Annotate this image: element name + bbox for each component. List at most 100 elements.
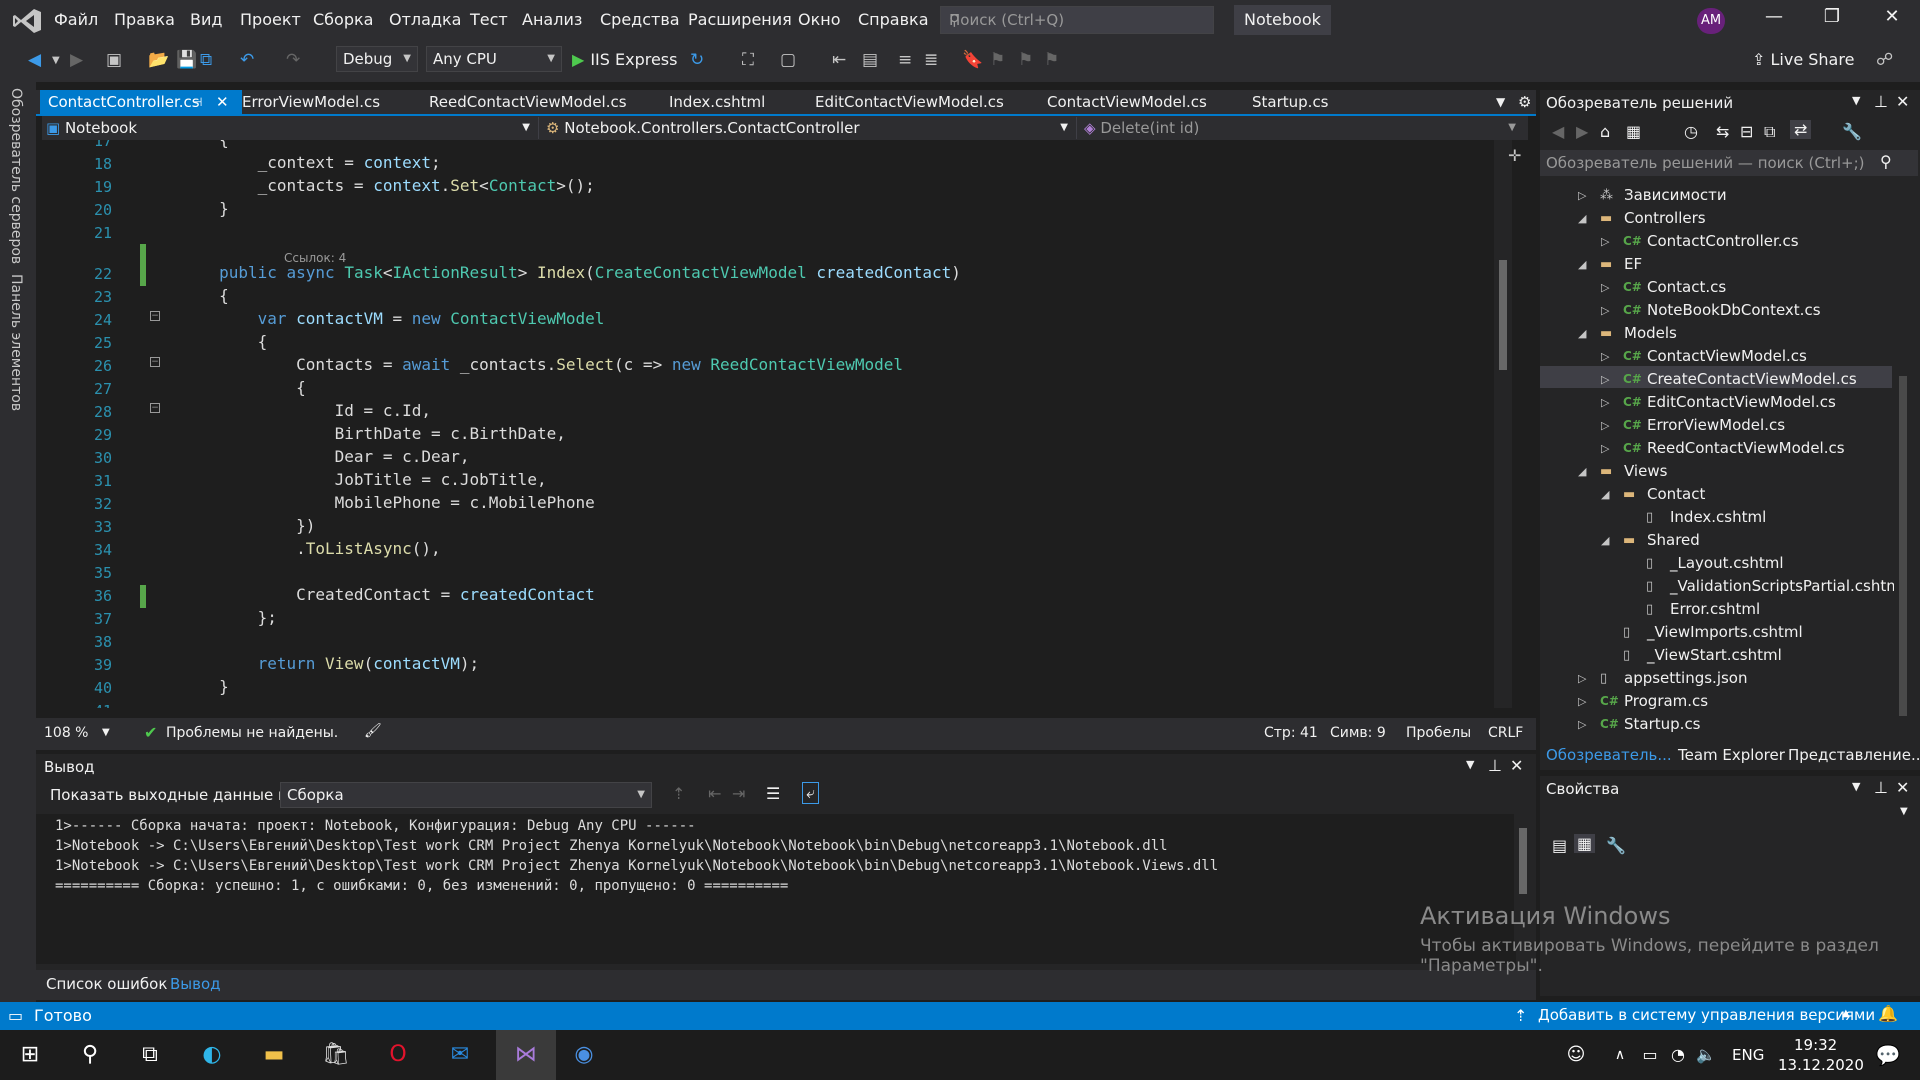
chevron-down-icon[interactable]: ▼ xyxy=(1466,758,1474,771)
menu-item-7[interactable]: Тест xyxy=(470,10,508,29)
tree-item[interactable]: Error.cshtml xyxy=(1670,600,1760,618)
minimize-icon[interactable]: — xyxy=(1754,6,1794,27)
chrome-like-browser-icon[interactable]: ◉ xyxy=(568,1039,600,1071)
code-line[interactable]: } xyxy=(142,199,229,218)
expand-arrow-icon[interactable]: ▷ xyxy=(1601,373,1609,386)
browser-link-icon[interactable]: ⛶ xyxy=(742,50,754,70)
expand-arrow-icon[interactable]: ▷ xyxy=(1578,695,1586,708)
expand-arrow-icon[interactable]: ▷ xyxy=(1601,396,1609,409)
expand-arrow-icon[interactable]: ▷ xyxy=(1578,718,1586,731)
split-icon[interactable]: ✛ xyxy=(1508,146,1521,165)
show-all-files-icon[interactable]: ⧉ xyxy=(1764,122,1775,142)
chevron-down-icon[interactable]: ▼ xyxy=(52,55,60,66)
menu-item-6[interactable]: Отладка xyxy=(389,10,461,29)
code-line[interactable]: BirthDate = c.BirthDate, xyxy=(142,424,566,443)
clear-bookmarks-icon[interactable]: ⚑ xyxy=(1044,50,1059,70)
output-text[interactable]: 1>------ Сборка начата: проект: Notebook… xyxy=(36,814,1516,964)
language-indicator[interactable]: ENG xyxy=(1732,1046,1764,1064)
tab-contactcontroller[interactable]: ContactController.cs ⊣ ✕ xyxy=(40,90,242,114)
collapse-region-icon[interactable]: − xyxy=(150,403,160,413)
pending-changes-icon[interactable]: ◷ xyxy=(1684,122,1698,141)
code-line[interactable]: var contactVM = new ContactViewModel xyxy=(142,309,605,328)
clear-all-icon[interactable]: ☰ xyxy=(766,784,780,803)
platform-dropdown[interactable]: Any CPU ▼ xyxy=(426,46,562,72)
outdent-icon[interactable]: ≣ xyxy=(924,50,938,70)
expand-arrow-icon[interactable]: ▷ xyxy=(1601,281,1609,294)
chevron-down-icon[interactable]: ▼ xyxy=(1852,780,1860,793)
tree-item[interactable]: _ViewImports.cshtml xyxy=(1647,623,1803,641)
forward-icon[interactable]: ▶ xyxy=(70,50,83,70)
tab-editcontactviewmodel[interactable]: EditContactViewModel.cs xyxy=(815,90,1004,114)
prev-message-icon[interactable]: ⇤ xyxy=(708,784,721,803)
menu-item-2[interactable]: Правка xyxy=(114,10,175,29)
tree-item[interactable]: Controllers xyxy=(1624,209,1706,227)
code-line[interactable]: }; xyxy=(142,608,277,627)
tab-team-explorer[interactable]: Team Explorer xyxy=(1678,746,1785,764)
zoom-level[interactable]: 108 % xyxy=(44,725,88,741)
chevron-down-icon[interactable]: ▼ xyxy=(102,727,110,738)
output-source-dropdown[interactable]: Сборка ▼ xyxy=(280,782,652,808)
gear-icon[interactable]: ⚙ xyxy=(1518,90,1531,114)
search-icon[interactable]: ⚲ xyxy=(74,1039,106,1071)
solution-search-input[interactable]: Обозреватель решений — поиск (Ctrl+;) ⚲ xyxy=(1540,150,1918,176)
search-input[interactable]: Поиск (Ctrl+Q) ⚲ xyxy=(940,6,1214,34)
close-icon[interactable]: ✕ xyxy=(1896,92,1909,111)
code-line[interactable]: Dear = c.Dear, xyxy=(142,447,470,466)
configuration-dropdown[interactable]: Debug ▼ xyxy=(336,46,418,72)
tree-item[interactable]: Views xyxy=(1624,462,1667,480)
expand-arrow-icon[interactable]: ▷ xyxy=(1601,419,1609,432)
tree-item[interactable]: appsettings.json xyxy=(1624,669,1748,687)
clock-date[interactable]: 13.12.2020 xyxy=(1778,1056,1864,1074)
tree-item[interactable]: ErrorViewModel.cs xyxy=(1647,416,1785,434)
tree-item[interactable]: Program.cs xyxy=(1624,692,1708,710)
tree-item[interactable]: Models xyxy=(1624,324,1677,342)
code-line[interactable]: return View(contactVM); xyxy=(142,654,480,673)
collapse-arrow-icon[interactable]: ◢ xyxy=(1601,488,1609,501)
redo-icon[interactable]: ↷ xyxy=(286,50,300,70)
expand-arrow-icon[interactable]: ▷ xyxy=(1601,350,1609,363)
member-dropdown[interactable]: ◈ Delete(int id) ▼ xyxy=(1084,117,1524,139)
collapse-arrow-icon[interactable]: ◢ xyxy=(1578,465,1586,478)
word-wrap-icon[interactable]: ⤶ xyxy=(802,782,819,804)
tree-item[interactable]: EF xyxy=(1624,255,1642,273)
bookmark-icon[interactable]: 🔖 xyxy=(962,50,983,70)
step-icon[interactable]: ⇤ xyxy=(832,50,846,70)
collapse-all-icon[interactable]: ⊟ xyxy=(1740,122,1753,141)
code-line[interactable]: Id = c.Id, xyxy=(142,401,431,420)
tree-item[interactable]: _ValidationScriptsPartial.cshtml xyxy=(1670,577,1905,595)
code-line[interactable]: _context = context; xyxy=(142,153,441,172)
expand-arrow-icon[interactable]: ▷ xyxy=(1601,235,1609,248)
code-area[interactable]: { _context = context; _contacts = contex… xyxy=(142,140,1482,708)
notifications-icon[interactable]: 🔔 xyxy=(1878,1004,1898,1023)
tree-item[interactable]: Contact xyxy=(1647,485,1705,503)
tab-solution-explorer[interactable]: Обозреватель... xyxy=(1546,746,1672,764)
new-project-icon[interactable]: ▣ xyxy=(106,50,122,70)
undo-icon[interactable]: ↶ xyxy=(240,50,254,70)
collapse-arrow-icon[interactable]: ◢ xyxy=(1601,534,1609,547)
code-line[interactable]: { xyxy=(142,332,268,351)
tree-item[interactable]: EditContactViewModel.cs xyxy=(1647,393,1836,411)
store-icon[interactable]: 🛍 xyxy=(320,1039,352,1071)
properties-wrench-icon[interactable]: 🔧 xyxy=(1842,122,1862,141)
solution-scrollbar[interactable] xyxy=(1894,186,1912,732)
project-dropdown[interactable]: ▣ Notebook ▼ xyxy=(46,117,539,139)
clock-time[interactable]: 19:32 xyxy=(1794,1036,1837,1054)
save-all-icon[interactable]: ⧉ xyxy=(200,50,212,70)
expand-arrow-icon[interactable]: ▷ xyxy=(1601,442,1609,455)
indent-mode[interactable]: Пробелы xyxy=(1406,725,1471,741)
code-editor[interactable]: 17 18 19 20 21 22 23 24 25 26 27 28 29 30 31 32 33 34 35 36… xyxy=(42,140,1512,708)
tab-output[interactable]: Вывод xyxy=(170,975,221,993)
tree-item[interactable]: Shared xyxy=(1647,531,1700,549)
code-line[interactable]: { xyxy=(142,286,229,305)
close-icon[interactable]: ✕ xyxy=(1510,756,1523,775)
opera-browser-icon[interactable]: O xyxy=(382,1039,414,1071)
menu-item-3[interactable]: Вид xyxy=(190,10,222,29)
visual-studio-task-icon[interactable]: ⋈ xyxy=(496,1030,556,1080)
back-icon[interactable]: ◀ xyxy=(28,50,41,70)
menu-item-10[interactable]: Расширения xyxy=(688,10,792,29)
tab-index[interactable]: Index.cshtml xyxy=(669,90,765,114)
scroll-thumb[interactable] xyxy=(1899,376,1907,716)
pin-icon[interactable]: ⊣ xyxy=(192,90,202,114)
home-icon[interactable]: ⌂ xyxy=(1600,122,1610,141)
find-message-icon[interactable]: ⇡ xyxy=(672,784,685,803)
